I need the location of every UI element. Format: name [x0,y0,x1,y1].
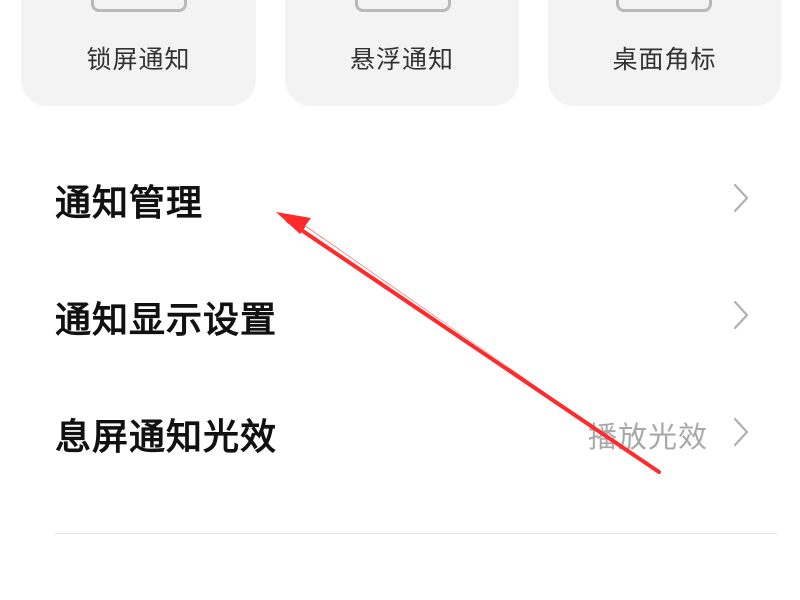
notification-settings-screen: 锁屏通知 悬浮通知 桌面角标 通知管理 通知显示设置 息屏通知光效 播放光效 [0,0,800,600]
annotation-arrow-line [286,219,661,474]
annotation-arrow [276,212,661,474]
